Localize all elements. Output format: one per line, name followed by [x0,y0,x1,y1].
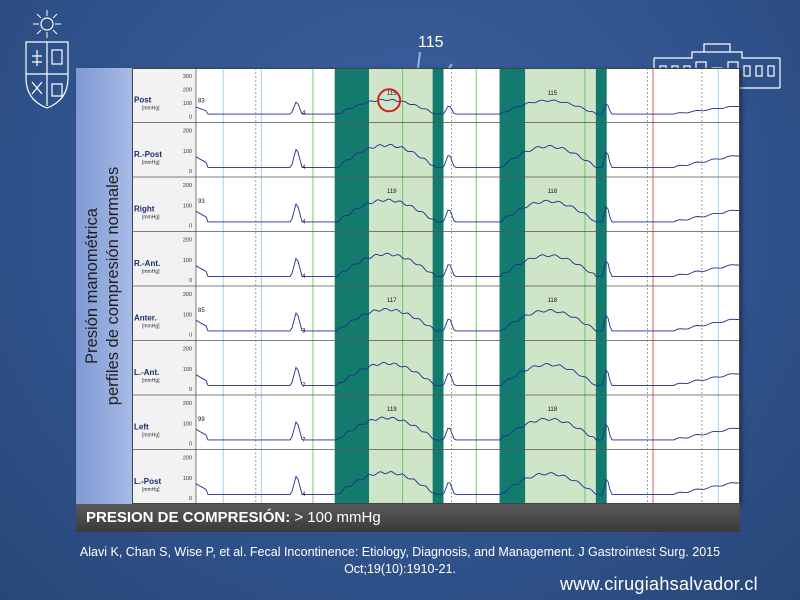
y-tick-label: 300 [183,74,192,80]
start-value-label: 99 [198,417,205,423]
channel-label: R.-Ant. [134,259,160,268]
y-tick-label: 200 [183,129,192,135]
pressure-trace [195,98,740,115]
unit-label: [mmHg] [142,378,160,384]
unit-label: [mmHg] [142,106,160,112]
y-tick-label: 100 [183,203,192,209]
unit-label: [mmHg] [142,324,160,330]
y-tick-label: 200 [183,238,192,244]
start-value-label: 83 [198,98,205,104]
caption-bold: PRESION DE COMPRESIÓN: [86,509,291,526]
unit-label: [mmHg] [142,215,160,221]
unit-label: [mmHg] [142,160,160,166]
start-value-label: 93 [198,199,205,205]
peak-value-label: 118 [548,298,558,304]
y-tick-label: 0 [189,496,192,502]
marker-label: 4 [302,111,306,117]
peak-value-label: 117 [387,298,397,304]
y-tick-label: 100 [183,367,192,373]
channel-label: L.-Post [134,477,161,486]
marker-label: 7 [302,438,306,444]
channel-label: Left [134,423,149,432]
side-title-line1: Presión manométrica [83,208,101,364]
start-value-label: 85 [198,308,205,314]
pressure-trace [195,198,740,223]
manometry-chart: 3002001000Post[mmHg]83115 11542001000R.-P… [132,68,740,504]
y-tick-label: 200 [183,292,192,298]
caption-rest: > 100 mmHg [290,509,381,526]
unit-label: [mmHg] [142,487,160,493]
manometry-figure: Presión manométrica perfiles de compresi… [76,68,740,504]
marker-label: 4 [302,492,306,498]
y-tick-label: 0 [189,278,192,284]
pressure-trace [195,416,740,441]
peak-value-label: 119 [387,189,397,195]
marker-label: 4 [302,165,306,171]
channel-label: Anter. [134,314,157,323]
caption-bar: PRESION DE COMPRESIÓN: > 100 mmHg [76,504,740,532]
pressure-trace [195,252,740,277]
marker-label: 7 [302,383,306,389]
channel-label: R.-Post [134,150,162,159]
peak-value-label: 118 [548,407,558,413]
pressure-trace [195,307,740,332]
y-tick-label: 100 [183,421,192,427]
y-tick-label: 100 [183,312,192,318]
y-tick-label: 0 [189,387,192,393]
y-tick-label: 100 [183,101,192,107]
y-tick-label: 0 [189,169,192,175]
y-tick-label: 100 [183,258,192,264]
y-tick-label: 0 [189,333,192,339]
y-tick-label: 200 [183,347,192,353]
marker-label: 3 [302,329,306,335]
marker-label: 4 [302,274,306,280]
pressure-trace [195,361,740,386]
y-tick-label: 0 [189,442,192,448]
marker-label: 4 [302,220,306,226]
y-tick-label: 100 [183,149,192,155]
y-tick-label: 0 [189,224,192,230]
y-tick-label: 100 [183,476,192,482]
unit-label: [mmHg] [142,433,160,439]
channel-label: Right [134,205,155,214]
y-tick-label: 200 [183,88,192,94]
website-url: www.cirugiahsalvador.cl [560,574,758,594]
pressure-trace [195,143,740,168]
channel-label: Post [134,96,152,105]
peak-value-label: 118 [548,189,558,195]
y-tick-label: 200 [183,456,192,462]
channel-label: L.-Ant. [134,368,159,377]
citation-line1: Alavi K, Chan S, Wise P, et al. Fecal In… [79,545,721,559]
unit-label: [mmHg] [142,269,160,275]
side-title-line2: perfiles de compresión normales [104,166,122,406]
y-tick-label: 0 [189,115,192,121]
y-tick-label: 200 [183,183,192,189]
y-tick-label: 200 [183,401,192,407]
peak-value-label: 119 [387,407,397,413]
peak-value-label: 115 [548,91,558,97]
citation: Alavi K, Chan S, Wise P, et al. Fecal In… [20,544,780,578]
pressure-trace [195,471,740,495]
side-title: Presión manométrica perfiles de compresi… [82,96,126,476]
